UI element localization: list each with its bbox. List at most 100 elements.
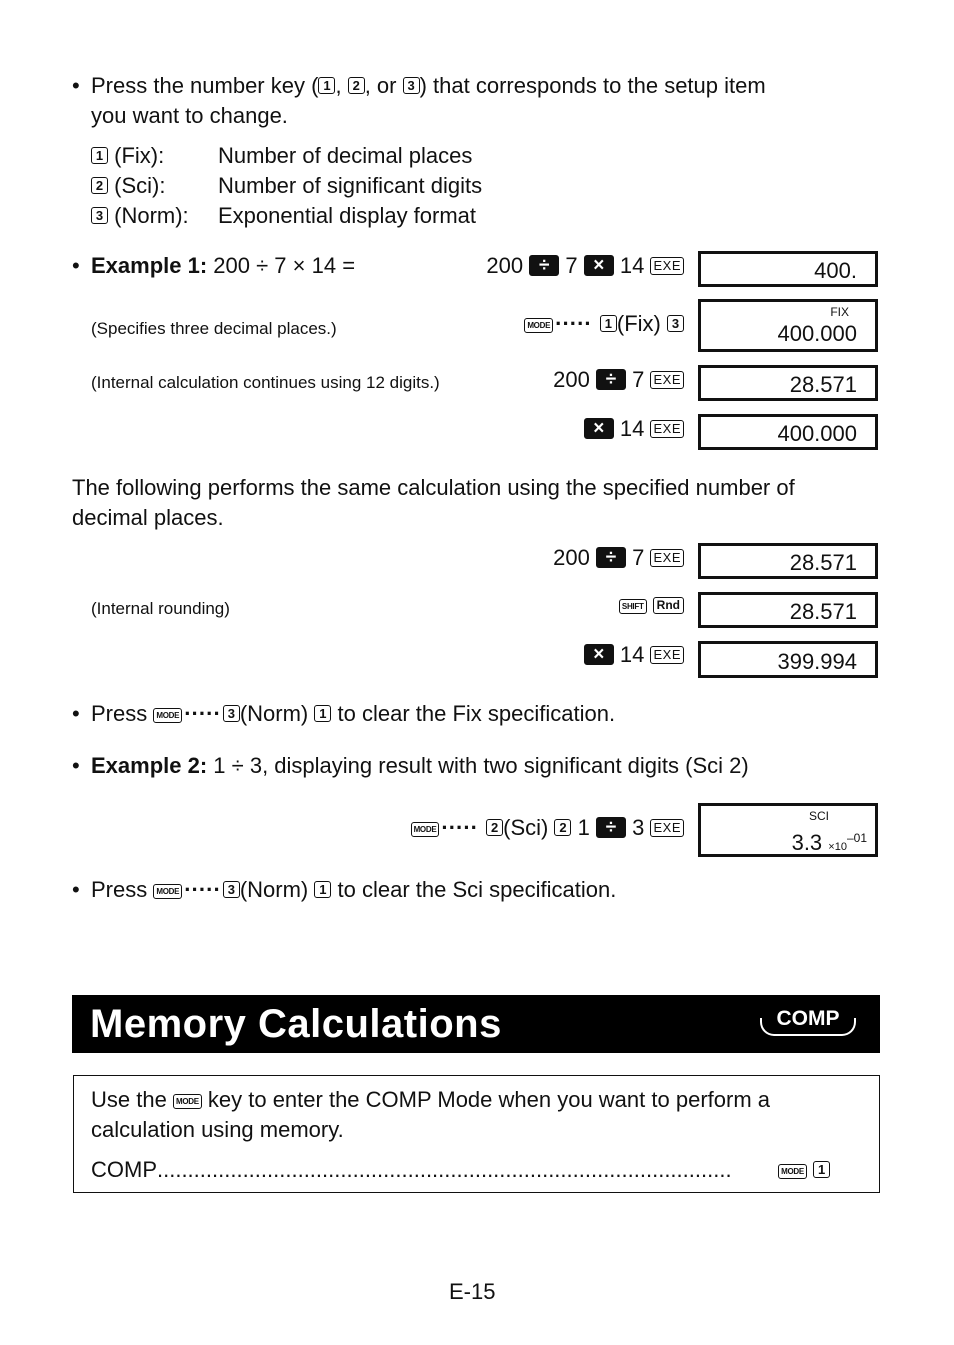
calc-display: 28.571 [698, 543, 878, 579]
exe-key: EXE [650, 549, 684, 567]
mode-key: MODE [524, 318, 554, 333]
calc-display: 28.571 [698, 365, 878, 401]
bullet: • [72, 753, 80, 778]
key-1: 1 [314, 881, 332, 898]
display-value: 400. [814, 258, 857, 283]
text: Press [91, 701, 148, 726]
mode-key: MODE [778, 1164, 807, 1179]
key-label: (Norm) [239, 701, 309, 726]
example1-heading: Example 1: 200 ÷ 7 × 14 = [91, 251, 355, 281]
key-3: 3 [91, 207, 108, 224]
key-sequence: SHIFT Rnd [618, 590, 684, 620]
setup-item-name: (Fix): [114, 143, 165, 168]
multiply-key: × [583, 644, 614, 665]
key-2: 2 [347, 77, 365, 94]
exe-key: EXE [650, 371, 684, 389]
dots: ····· [184, 877, 221, 902]
key-sequence: × 14 EXE [583, 640, 684, 670]
text: Use the [91, 1087, 167, 1112]
setup-item-desc: Exponential display format [218, 203, 477, 228]
mode-key: MODE [153, 884, 183, 899]
number: 14 [619, 416, 645, 441]
mode-key: MODE [172, 1094, 202, 1109]
comp-mode-row: COMP....................................… [91, 1155, 861, 1185]
exe-key: EXE [650, 646, 684, 664]
key-2: 2 [91, 177, 108, 194]
exe-key: EXE [650, 257, 684, 275]
section-header: Memory Calculations COMP [72, 995, 880, 1053]
number: 7 [632, 545, 645, 570]
dots: ····· [441, 815, 479, 840]
calc-display: 400.000 [698, 414, 878, 450]
page-number: E-15 [449, 1279, 496, 1304]
text: ) that corresponds to the setup item [419, 73, 766, 98]
setup-item-name: (Sci): [114, 173, 166, 198]
number: 3 [632, 815, 645, 840]
text: key to enter the COMP Mode when you want… [207, 1087, 770, 1112]
number: 7 [632, 367, 645, 392]
number: 200 [553, 545, 590, 570]
text: to clear the Fix specification. [337, 701, 616, 726]
calc-display: 400. [698, 251, 878, 287]
display-times-ten: ×10 [828, 841, 847, 853]
fix-indicator: FIX [830, 305, 849, 319]
shift-key: SHIFT [618, 599, 647, 614]
step-note: (Internal rounding) [91, 599, 230, 618]
setup-intro-line1: Press the number key (1, 2, or 3) that c… [91, 71, 766, 101]
key-sequence: MODE ····· 1 (Fix) 3 [524, 309, 684, 339]
dots: ····· [555, 311, 592, 336]
setup-item-desc: Number of significant digits [218, 173, 483, 198]
divide-key: ÷ [595, 817, 626, 838]
setup-item-name: (Norm): [114, 203, 189, 228]
key-1: 1 [314, 705, 332, 722]
key-label: (Sci) [503, 815, 549, 840]
display-value: 399.994 [777, 649, 857, 674]
bullet: • [72, 877, 80, 902]
step-note: (Specifies three decimal places.) [91, 319, 337, 338]
mode-name: COMP [91, 1157, 157, 1182]
number: 14 [619, 253, 645, 278]
number: 200 [553, 367, 590, 392]
multiply-key: × [583, 255, 614, 276]
display-mantissa: 3.3 [791, 830, 823, 855]
rnd-key: Rnd [652, 597, 684, 614]
divide-key: ÷ [529, 255, 560, 276]
paragraph-line: The following performs the same calculat… [72, 475, 795, 500]
key-label: (Norm) [239, 877, 309, 902]
display-value: 28.571 [789, 599, 857, 624]
setup-item-fix: 1 (Fix): [91, 141, 164, 171]
info-line1: Use the MODE key to enter the COMP Mode … [91, 1085, 770, 1115]
key-3: 3 [222, 705, 240, 722]
sci-indicator: SCI [808, 809, 829, 823]
key-1: 1 [318, 77, 336, 94]
text: , or [364, 73, 397, 98]
display-exponent: –01 [846, 831, 867, 845]
key-sequence: MODE ····· 2 (Sci) 2 1 ÷ 3 EXE [410, 813, 684, 843]
text: to clear the Sci specification. [337, 877, 617, 902]
badge-label: COMP [776, 1007, 840, 1030]
key-3: 3 [667, 315, 684, 332]
divide-key: ÷ [595, 547, 626, 568]
display-value: 400.000 [777, 321, 857, 346]
dots: ····· [184, 701, 221, 726]
key-2: 2 [554, 819, 572, 836]
calc-display: SCI 3.3 ×10–01 [698, 803, 878, 857]
key-1: 1 [813, 1161, 831, 1178]
step-note: (Internal calculation continues using 12… [91, 373, 440, 392]
text: Press the number key ( [91, 73, 319, 98]
info-line2: calculation using memory. [91, 1117, 344, 1142]
key-label: (Fix) [616, 311, 661, 336]
text: , [335, 73, 342, 98]
example-label: Example 2: [91, 753, 208, 778]
example2-heading: Example 2: 1 ÷ 3, displaying result with… [91, 751, 749, 781]
display-value: 28.571 [789, 372, 857, 397]
setup-item-norm: 3 (Norm): [91, 201, 189, 231]
multiply-key: × [583, 418, 614, 439]
example-description: 1 ÷ 3, displaying result with two signif… [213, 753, 749, 778]
dot-leader: ........................................… [157, 1157, 732, 1182]
paragraph-line: decimal places. [72, 505, 224, 530]
example-label: Example 1: [91, 253, 208, 278]
display-value: 400.000 [777, 421, 857, 446]
key-3: 3 [222, 881, 240, 898]
mode-key: MODE [153, 708, 183, 723]
